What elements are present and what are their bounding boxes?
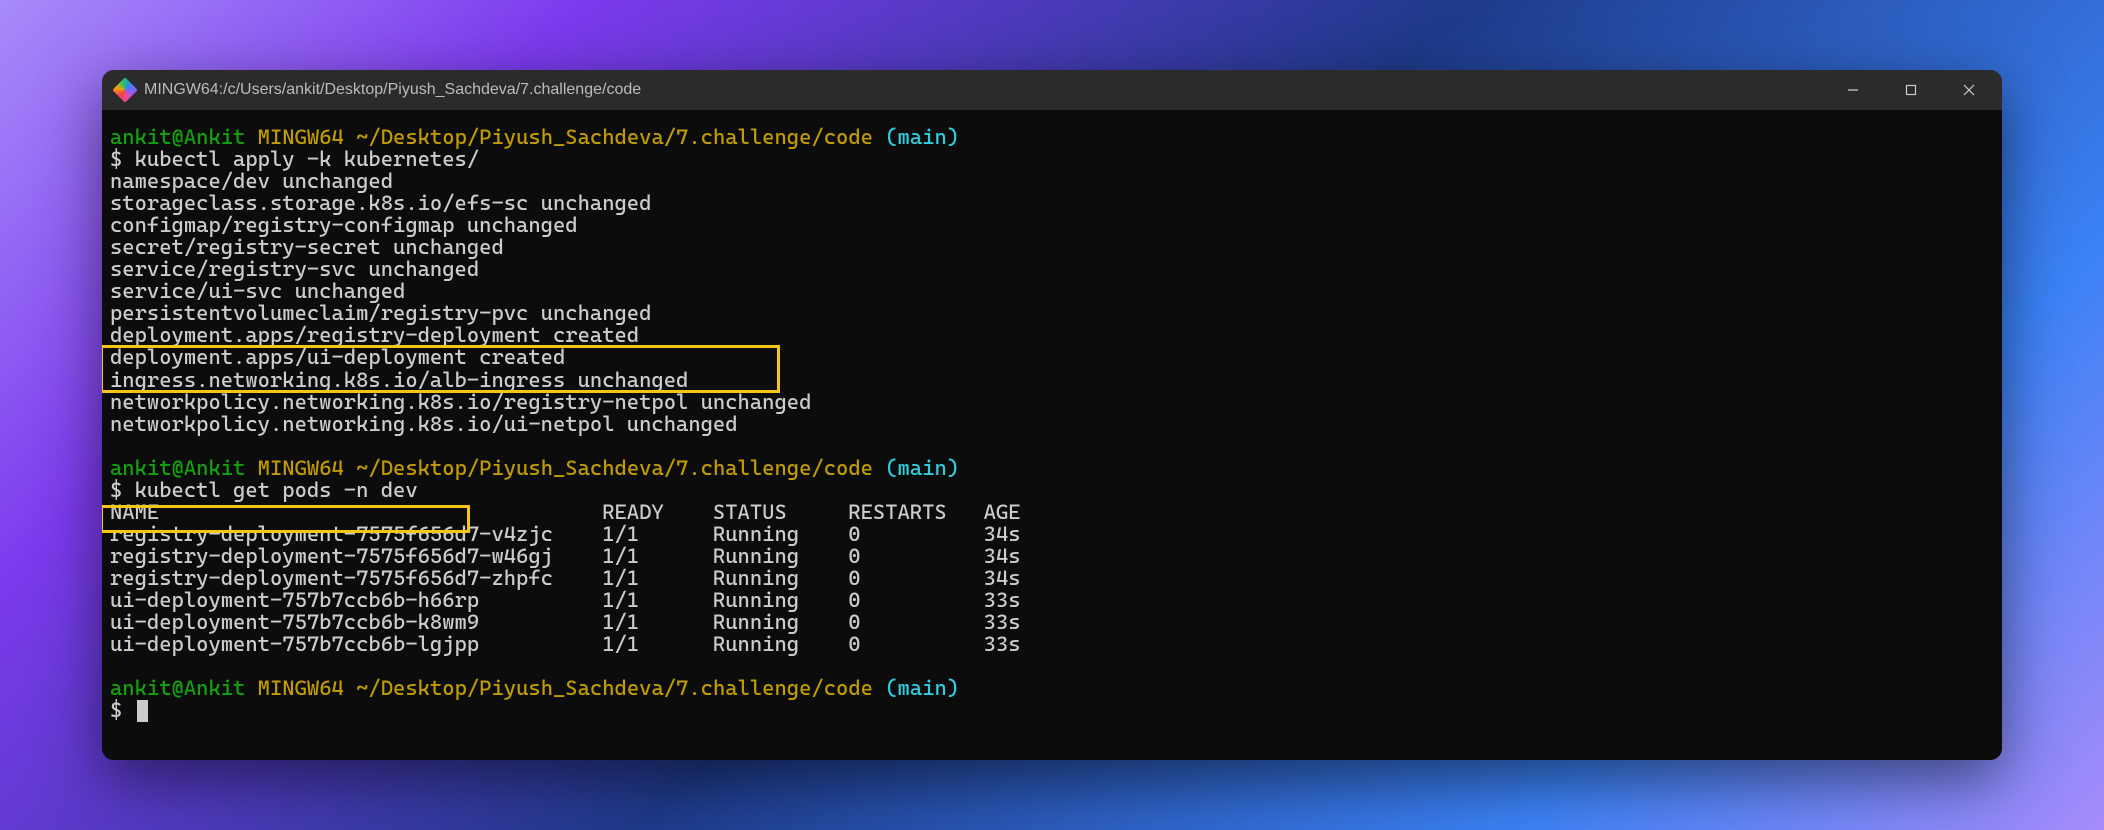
- terminal-body[interactable]: ankit@Ankit MINGW64 ~/Desktop/Piyush_Sac…: [102, 110, 2002, 760]
- minimize-button[interactable]: [1824, 70, 1882, 110]
- prompt-branch: (main): [885, 676, 959, 700]
- window-title: MINGW64:/c/Users/ankit/Desktop/Piyush_Sa…: [144, 81, 1824, 99]
- output-line: ui-deployment-757b7ccb6b-lgjpp 1/1 Runni…: [110, 633, 1994, 655]
- cursor: [137, 700, 148, 722]
- prompt-user: ankit@Ankit: [110, 676, 245, 700]
- output-line: configmap/registry-configmap unchanged: [110, 214, 1994, 236]
- output-line: registry-deployment-7575f656d7-w46gj 1/1…: [110, 545, 1994, 567]
- prompt-branch: (main): [885, 125, 959, 149]
- close-icon: [1963, 84, 1975, 96]
- output-line: service/registry-svc unchanged: [110, 258, 1994, 280]
- prompt-shell: MINGW64: [258, 456, 344, 480]
- window-controls: [1824, 70, 1998, 110]
- prompt-branch: (main): [885, 456, 959, 480]
- prompt-dollar: $: [110, 698, 135, 722]
- command-text: kubectl get pods -n dev: [135, 478, 418, 502]
- terminal-window: MINGW64:/c/Users/ankit/Desktop/Piyush_Sa…: [102, 70, 2002, 760]
- prompt-line: ankit@Ankit MINGW64 ~/Desktop/Piyush_Sac…: [110, 677, 1994, 699]
- output-line: networkpolicy.networking.k8s.io/ui-netpo…: [110, 413, 1994, 435]
- maximize-icon: [1905, 84, 1917, 96]
- output-line: service/ui-svc unchanged: [110, 280, 1994, 302]
- command-line: $ kubectl apply -k kubernetes/: [110, 148, 1994, 170]
- prompt-path: ~/Desktop/Piyush_Sachdeva/7.challenge/co…: [356, 125, 873, 149]
- prompt-dollar: $: [110, 478, 135, 502]
- prompt-line: ankit@Ankit MINGW64 ~/Desktop/Piyush_Sac…: [110, 457, 1994, 479]
- prompt-user: ankit@Ankit: [110, 456, 245, 480]
- output-line: namespace/dev unchanged: [110, 170, 1994, 192]
- output-line: ui-deployment-757b7ccb6b-k8wm9 1/1 Runni…: [110, 611, 1994, 633]
- prompt-path: ~/Desktop/Piyush_Sachdeva/7.challenge/co…: [356, 676, 873, 700]
- output-line: NAME READY STATUS RESTARTS AGE: [110, 501, 1994, 523]
- prompt-shell: MINGW64: [258, 125, 344, 149]
- minimize-icon: [1847, 84, 1859, 96]
- command-line: $: [110, 699, 1994, 722]
- output-line: persistentvolumeclaim/registry-pvc uncha…: [110, 302, 1994, 324]
- terminal-app-icon: [112, 77, 137, 102]
- titlebar[interactable]: MINGW64:/c/Users/ankit/Desktop/Piyush_Sa…: [102, 70, 2002, 110]
- prompt-path: ~/Desktop/Piyush_Sachdeva/7.challenge/co…: [356, 456, 873, 480]
- maximize-button[interactable]: [1882, 70, 1940, 110]
- output-line: deployment.apps/registry-deployment crea…: [110, 324, 1994, 346]
- prompt-dollar: $: [110, 147, 135, 171]
- output-line: registry-deployment-7575f656d7-zhpfc 1/1…: [110, 567, 1994, 589]
- prompt-user: ankit@Ankit: [110, 125, 245, 149]
- prompt-line: ankit@Ankit MINGW64 ~/Desktop/Piyush_Sac…: [110, 126, 1994, 148]
- output-line: registry-deployment-7575f656d7-v4zjc 1/1…: [110, 523, 1994, 545]
- output-line: deployment.apps/ui-deployment created: [110, 346, 1994, 368]
- command-line: $ kubectl get pods -n dev: [110, 479, 1994, 501]
- blank-line: [110, 655, 1994, 677]
- output-line: networkpolicy.networking.k8s.io/registry…: [110, 391, 1994, 413]
- command-text: kubectl apply -k kubernetes/: [135, 147, 480, 171]
- prompt-shell: MINGW64: [258, 676, 344, 700]
- output-line: ingress.networking.k8s.io/alb-ingress un…: [110, 369, 1994, 391]
- close-button[interactable]: [1940, 70, 1998, 110]
- blank-line: [110, 435, 1994, 457]
- output-line: ui-deployment-757b7ccb6b-h66rp 1/1 Runni…: [110, 589, 1994, 611]
- output-line: storageclass.storage.k8s.io/efs-sc uncha…: [110, 192, 1994, 214]
- output-line: secret/registry-secret unchanged: [110, 236, 1994, 258]
